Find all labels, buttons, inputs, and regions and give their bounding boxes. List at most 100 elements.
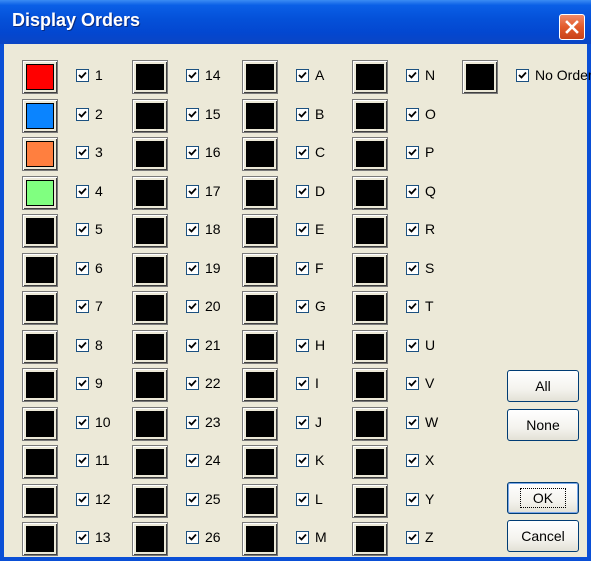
no-order-color-swatch[interactable] [462, 60, 498, 94]
order-r-checkbox[interactable] [406, 223, 419, 236]
order-9-color-swatch[interactable] [22, 368, 58, 402]
cancel-button[interactable]: Cancel [507, 520, 579, 552]
order-o-checkbox[interactable] [406, 107, 419, 121]
order-c-checkbox[interactable] [296, 146, 309, 159]
order-6-color-swatch[interactable] [22, 252, 58, 287]
order-k-color-swatch[interactable] [242, 445, 278, 479]
order-5-color-swatch[interactable] [22, 214, 58, 248]
order-23-checkbox[interactable] [186, 415, 199, 429]
order-15-color-swatch[interactable] [132, 98, 168, 133]
order-22-color-swatch[interactable] [132, 368, 168, 402]
order-r-color-swatch[interactable] [352, 214, 388, 248]
ok-button[interactable]: OK [507, 482, 579, 514]
order-21-checkbox[interactable] [186, 338, 199, 352]
order-l-color-swatch[interactable] [242, 483, 278, 518]
order-q-checkbox[interactable] [406, 184, 419, 198]
order-t-checkbox[interactable] [406, 300, 419, 313]
order-v-checkbox[interactable] [406, 377, 419, 390]
order-4-color-swatch[interactable] [22, 175, 58, 210]
order-v-color-swatch[interactable] [352, 368, 388, 402]
order-7-checkbox[interactable] [76, 300, 89, 313]
order-15-checkbox[interactable] [186, 107, 199, 121]
order-26-color-swatch[interactable] [132, 522, 168, 556]
order-n-color-swatch[interactable] [352, 60, 388, 94]
title-bar[interactable]: Display Orders [0, 0, 591, 44]
order-12-color-swatch[interactable] [22, 483, 58, 518]
order-11-color-swatch[interactable] [22, 445, 58, 479]
order-10-color-swatch[interactable] [22, 406, 58, 441]
order-14-color-swatch[interactable] [132, 60, 168, 94]
order-z-color-swatch[interactable] [352, 522, 388, 556]
order-16-checkbox[interactable] [186, 146, 199, 159]
order-8-checkbox[interactable] [76, 338, 89, 352]
order-e-color-swatch[interactable] [242, 214, 278, 248]
order-20-checkbox[interactable] [186, 300, 199, 313]
order-h-color-swatch[interactable] [242, 329, 278, 364]
order-13-color-swatch[interactable] [22, 522, 58, 556]
order-11-checkbox[interactable] [76, 454, 89, 467]
order-t-color-swatch[interactable] [352, 291, 388, 325]
all-button[interactable]: All [507, 370, 579, 402]
order-g-checkbox[interactable] [296, 300, 309, 313]
order-17-checkbox[interactable] [186, 184, 199, 198]
order-9-checkbox[interactable] [76, 377, 89, 390]
order-m-color-swatch[interactable] [242, 522, 278, 556]
order-25-color-swatch[interactable] [132, 483, 168, 518]
order-25-checkbox[interactable] [186, 492, 199, 506]
order-1-color-swatch[interactable] [22, 60, 58, 94]
order-c-color-swatch[interactable] [242, 137, 278, 171]
order-1-checkbox[interactable] [76, 69, 89, 82]
none-button[interactable]: None [507, 409, 579, 441]
order-21-color-swatch[interactable] [132, 329, 168, 364]
order-o-color-swatch[interactable] [352, 98, 388, 133]
order-2-checkbox[interactable] [76, 107, 89, 121]
order-10-checkbox[interactable] [76, 415, 89, 429]
order-w-checkbox[interactable] [406, 415, 419, 429]
order-j-color-swatch[interactable] [242, 406, 278, 441]
order-i-color-swatch[interactable] [242, 368, 278, 402]
order-17-color-swatch[interactable] [132, 175, 168, 210]
close-button[interactable] [559, 14, 585, 40]
order-23-color-swatch[interactable] [132, 406, 168, 441]
order-s-color-swatch[interactable] [352, 252, 388, 287]
order-w-color-swatch[interactable] [352, 406, 388, 441]
order-u-checkbox[interactable] [406, 338, 419, 352]
order-22-checkbox[interactable] [186, 377, 199, 390]
order-2-color-swatch[interactable] [22, 98, 58, 133]
no-order-checkbox[interactable] [516, 69, 529, 82]
order-7-color-swatch[interactable] [22, 291, 58, 325]
order-3-checkbox[interactable] [76, 146, 89, 159]
order-a-checkbox[interactable] [296, 69, 309, 82]
order-19-checkbox[interactable] [186, 261, 199, 275]
order-k-checkbox[interactable] [296, 454, 309, 467]
order-l-checkbox[interactable] [296, 492, 309, 506]
order-h-checkbox[interactable] [296, 338, 309, 352]
order-6-checkbox[interactable] [76, 261, 89, 275]
order-d-checkbox[interactable] [296, 184, 309, 198]
order-12-checkbox[interactable] [76, 492, 89, 506]
order-p-color-swatch[interactable] [352, 137, 388, 171]
order-3-color-swatch[interactable] [22, 137, 58, 171]
order-f-checkbox[interactable] [296, 261, 309, 275]
order-x-color-swatch[interactable] [352, 445, 388, 479]
order-s-checkbox[interactable] [406, 261, 419, 275]
order-m-checkbox[interactable] [296, 531, 309, 544]
order-y-color-swatch[interactable] [352, 483, 388, 518]
order-y-checkbox[interactable] [406, 492, 419, 506]
order-20-color-swatch[interactable] [132, 291, 168, 325]
order-e-checkbox[interactable] [296, 223, 309, 236]
order-b-checkbox[interactable] [296, 107, 309, 121]
order-26-checkbox[interactable] [186, 531, 199, 544]
order-z-checkbox[interactable] [406, 531, 419, 544]
order-13-checkbox[interactable] [76, 531, 89, 544]
order-24-checkbox[interactable] [186, 454, 199, 467]
order-q-color-swatch[interactable] [352, 175, 388, 210]
order-u-color-swatch[interactable] [352, 329, 388, 364]
order-p-checkbox[interactable] [406, 146, 419, 159]
order-d-color-swatch[interactable] [242, 175, 278, 210]
order-a-color-swatch[interactable] [242, 60, 278, 94]
order-18-color-swatch[interactable] [132, 214, 168, 248]
order-8-color-swatch[interactable] [22, 329, 58, 364]
order-b-color-swatch[interactable] [242, 98, 278, 133]
order-4-checkbox[interactable] [76, 184, 89, 198]
